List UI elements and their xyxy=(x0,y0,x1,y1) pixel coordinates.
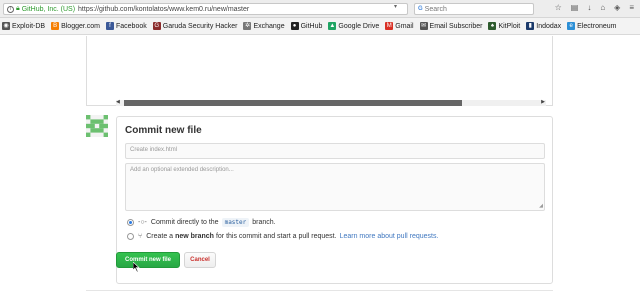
bookmark-label: Email Subscriber xyxy=(429,22,483,30)
browser-toolbar: i 🔒︎ GitHub, Inc. (US) https://github.co… xyxy=(0,0,640,18)
bookmark-google-drive[interactable]: ▲ Google Drive xyxy=(328,22,379,30)
bookmark-indodax[interactable]: ▮ Indodax xyxy=(526,22,561,30)
description-placeholder: Add an optional extended description... xyxy=(130,167,234,173)
bookmark-blogger-com[interactable]: B Blogger.com xyxy=(51,22,100,30)
commit-button[interactable]: Commit new file xyxy=(116,252,180,268)
cancel-button[interactable]: Cancel xyxy=(184,252,216,268)
new-branch-option[interactable]: ⑂ Create a new branch for this commit an… xyxy=(127,233,438,240)
bookmark-electroneum[interactable]: e Electroneum xyxy=(567,22,616,30)
avatar xyxy=(86,115,108,137)
option2-suffix: for this commit and start a pull request… xyxy=(215,233,337,240)
option2-bold: new branch xyxy=(175,233,214,240)
pull-request-icon: ⑂ xyxy=(138,233,143,240)
github-icon: ● xyxy=(290,22,299,30)
file-editor[interactable] xyxy=(86,36,553,106)
scrollbar-thumb[interactable] xyxy=(124,100,462,106)
email-icon: ✉ xyxy=(419,22,428,30)
electroneum-icon: e xyxy=(567,22,576,30)
scroll-right-icon[interactable]: ▶ xyxy=(541,99,545,105)
bookmark-label: Electroneum xyxy=(577,22,617,30)
bookmark-label: GitHub xyxy=(300,22,323,30)
url-dropdown-icon[interactable]: ▾ xyxy=(394,3,397,10)
commit-direct-option[interactable]: -○- Commit directly to the master branch… xyxy=(127,218,276,227)
commit-form: Commit new file Create index.html Add an… xyxy=(116,116,553,284)
search-placeholder: Search xyxy=(424,5,447,13)
commit-summary-input[interactable]: Create index.html xyxy=(125,143,545,159)
search-input[interactable]: G Search xyxy=(414,3,534,15)
info-icon[interactable]: i xyxy=(7,5,14,13)
facebook-icon: f xyxy=(106,22,114,30)
bookmark-label: Indodax xyxy=(536,22,562,30)
pull-request-help-link[interactable]: Learn more about pull requests. xyxy=(340,233,439,240)
url-bar[interactable]: i 🔒︎ GitHub, Inc. (US) https://github.co… xyxy=(3,3,408,15)
bookmark-label: Google Drive xyxy=(338,22,380,30)
url-text[interactable]: https://github.com/kontolatos/www.kem0.r… xyxy=(78,6,249,13)
bookmark-facebook[interactable]: f Facebook xyxy=(106,22,147,30)
bookmark-label: Exchange xyxy=(253,22,285,30)
page-content: ◀ ▶ Commit new file Create index.html Ad… xyxy=(0,36,640,308)
bookmark-github[interactable]: ● GitHub xyxy=(290,22,323,30)
bookmark-label: Facebook xyxy=(116,22,147,30)
divider xyxy=(86,290,553,291)
garuda-icon: G xyxy=(152,22,161,30)
menu-icon[interactable]: ≡ xyxy=(629,3,634,12)
google-drive-icon: ▲ xyxy=(328,22,337,30)
commit-title: Commit new file xyxy=(125,125,202,136)
bookmark-kitploit[interactable]: ♠ KitPloit xyxy=(488,22,520,30)
bookmark-garuda-security-hacker[interactable]: G Garuda Security Hacker xyxy=(152,22,238,30)
commit-direct-radio[interactable] xyxy=(127,219,134,226)
option2-prefix: Create a xyxy=(146,233,174,240)
bookmark-email-subscriber[interactable]: ✉ Email Subscriber xyxy=(419,22,483,30)
bookmark-label: Exploit-DB xyxy=(12,22,46,30)
horizontal-scrollbar[interactable]: ◀ ▶ xyxy=(116,99,546,106)
site-identity: GitHub, Inc. (US) xyxy=(21,5,76,13)
toolbar-icons: ☆ ▤ ↓ ⌂ ◈ ≡ xyxy=(555,3,634,12)
gear-icon: ✲ xyxy=(243,22,252,30)
shield-icon[interactable]: ◈ xyxy=(614,3,620,12)
star-icon[interactable]: ☆ xyxy=(555,3,562,12)
scroll-left-icon[interactable]: ◀ xyxy=(116,99,120,105)
bookmark-label: Garuda Security Hacker xyxy=(162,22,238,30)
lock-icon: 🔒︎ xyxy=(16,5,20,12)
bookmark-label: KitPloit xyxy=(498,22,521,30)
bookmark-label: Gmail xyxy=(395,22,414,30)
bug-icon: ◉ xyxy=(2,22,10,30)
resize-handle-icon[interactable]: ◢ xyxy=(539,203,543,209)
bookmark-exploit-db[interactable]: ◉ Exploit-DB xyxy=(2,22,45,30)
bookmark-exchange[interactable]: ✲ Exchange xyxy=(243,22,285,30)
blogger-icon: B xyxy=(51,22,60,30)
home-icon[interactable]: ⌂ xyxy=(600,3,605,12)
gmail-icon: M xyxy=(385,22,394,30)
branch-name: master xyxy=(221,218,250,227)
mouse-cursor-icon xyxy=(133,262,140,272)
option1-prefix: Commit directly to the xyxy=(150,219,219,226)
option1-suffix: branch. xyxy=(252,219,276,226)
reading-list-icon[interactable]: ▤ xyxy=(571,3,579,12)
kitploit-icon: ♠ xyxy=(488,22,497,30)
new-branch-radio[interactable] xyxy=(127,233,134,240)
bookmark-label: Blogger.com xyxy=(61,22,100,30)
bookmarks-bar: ◉ Exploit-DB B Blogger.com f Facebook G Garuda … xyxy=(0,18,640,35)
bookmark-gmail[interactable]: M Gmail xyxy=(385,22,414,30)
search-engine-icon[interactable]: G xyxy=(418,6,423,12)
indodax-icon: ▮ xyxy=(526,22,535,30)
commit-icon: -○- xyxy=(138,219,147,226)
download-icon[interactable]: ↓ xyxy=(587,3,591,12)
commit-description-input[interactable]: Add an optional extended description... … xyxy=(125,163,545,211)
